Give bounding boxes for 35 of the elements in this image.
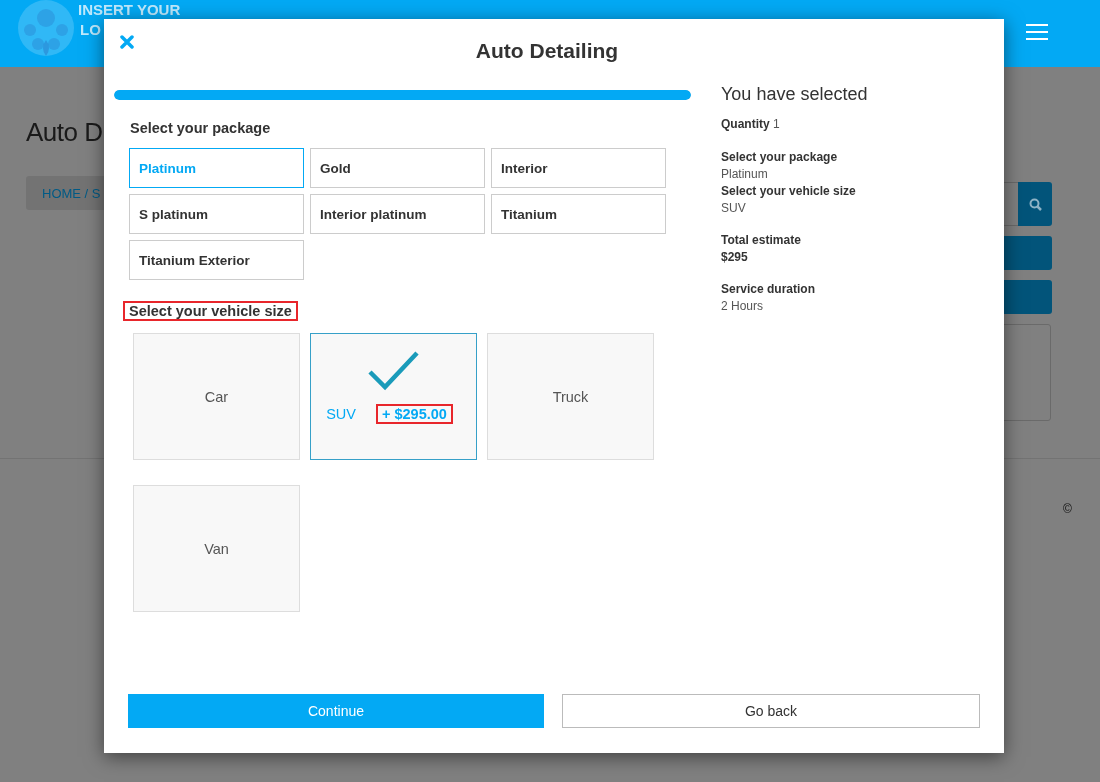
vehicle-option[interactable]: Van — [133, 485, 300, 612]
summary-value: 2 Hours — [721, 299, 765, 313]
page-heading: Auto D — [26, 117, 103, 148]
search-icon — [1028, 197, 1042, 211]
section-heading: Select your vehicle size — [123, 301, 298, 321]
price-text: + $295.00 — [375, 404, 453, 424]
quantity-text: Quantity 1 — [721, 117, 781, 131]
vehicle-label: SUV — [326, 406, 356, 422]
search-button[interactable] — [1018, 182, 1052, 226]
checkmark-icon — [367, 350, 420, 392]
summary-label: Select your vehicle size — [721, 184, 857, 198]
vehicle-option[interactable]: Truck — [487, 333, 654, 460]
package-option[interactable]: Titanium — [491, 194, 666, 234]
package-option[interactable]: Interior platinum — [310, 194, 485, 234]
summary-title: You have selected — [721, 84, 869, 105]
modal-title: Auto Detailing — [474, 38, 620, 63]
menu-icon[interactable] — [1026, 24, 1048, 40]
summary-value: $295 — [721, 250, 749, 264]
summary-label: Service duration — [721, 282, 817, 296]
package-option[interactable]: Gold — [310, 148, 485, 188]
summary-value: Platinum — [721, 167, 769, 181]
package-option[interactable]: Interior — [491, 148, 666, 188]
back-button[interactable]: Go back — [562, 694, 980, 728]
logo-text: INSERT YOUR — [78, 2, 181, 18]
summary-label: Select your package — [721, 150, 839, 164]
vehicle-option[interactable]: Car — [133, 333, 300, 460]
logo-text: LO — [79, 22, 102, 38]
package-option[interactable]: Titanium Exterior — [129, 240, 304, 280]
close-icon[interactable] — [120, 35, 134, 49]
summary-value: SUV — [721, 201, 747, 215]
section-heading: Select your package — [130, 120, 271, 136]
logo-icon — [18, 0, 74, 58]
summary-label: Total estimate — [721, 233, 802, 247]
package-option[interactable]: S platinum — [129, 194, 304, 234]
copyright-text: © — [1063, 502, 1072, 516]
